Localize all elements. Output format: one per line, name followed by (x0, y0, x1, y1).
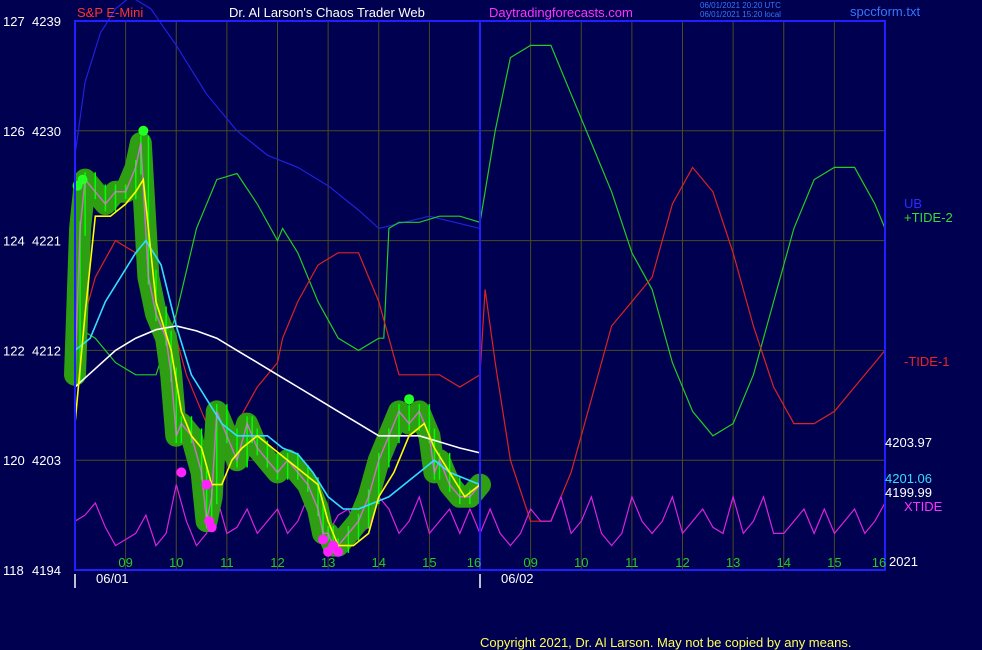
y-tick-left-label: 124 (3, 234, 25, 249)
year-label: 2021 (889, 554, 918, 569)
x-tick-label: 09 (523, 555, 537, 570)
x-tick-label: 11 (625, 555, 639, 570)
pivot-low-marker (176, 467, 187, 478)
value-last-price: 4199.99 (885, 485, 932, 500)
y-tick-left-label: 127 (3, 14, 25, 29)
x-tick-label: 16 (467, 555, 481, 570)
site-title: Dr. Al Larson's Chaos Trader Web (229, 5, 425, 20)
x-tick-label: 12 (270, 555, 284, 570)
legend-tide-plus: +TIDE-2 (904, 210, 953, 225)
pivot-high-marker (138, 125, 149, 136)
y-tick-left-label: 120 (3, 453, 25, 468)
x-tick-label: 14 (777, 555, 791, 570)
x-tick-label: 16 (872, 555, 886, 570)
copyright: Copyright 2021, Dr. Al Larson. May not b… (480, 635, 851, 650)
date-label-1: 06/01 (96, 571, 129, 586)
site-link[interactable]: Daytradingforecasts.com (489, 5, 633, 20)
x-tick-label: 10 (169, 555, 183, 570)
x-tick-label: 10 (574, 555, 588, 570)
y-tick-left-label: 118 (3, 563, 24, 578)
file-name: spccform.txt (850, 4, 920, 19)
legend-xtide: XTIDE (904, 499, 943, 514)
value-slow-avg: 4203.97 (885, 435, 932, 450)
instrument-label: S&P E-Mini (77, 5, 143, 20)
x-tick-label: 15 (827, 555, 841, 570)
pivot-high-marker (77, 174, 88, 185)
timestamp-local: 06/01/2021 15:20 local (700, 10, 781, 19)
y-tick-price-label: 4221 (32, 234, 61, 249)
pivot-low-marker (206, 522, 217, 533)
y-tick-price-label: 4212 (32, 343, 61, 358)
y-tick-price-label: 4230 (32, 124, 61, 139)
pivot-high-marker (404, 394, 415, 405)
y-tick-price-label: 4239 (32, 14, 61, 29)
pivot-low-marker (201, 479, 212, 490)
chart-canvas: 127 4239 126 4230 124 4221 122 4212 120 4203 118 41… (0, 0, 982, 650)
pivot-low-marker (318, 534, 329, 545)
y-tick-price-label: 4203 (32, 453, 61, 468)
x-tick-label: 12 (675, 555, 689, 570)
y-tick-left-label: 122 (3, 343, 25, 358)
y-tick-left-label: 126 (3, 124, 25, 139)
timestamp-utc: 06/01/2021 20:20 UTC (700, 1, 781, 10)
x-tick-label: 14 (372, 555, 386, 570)
value-mid-avg: 4201.06 (885, 471, 932, 486)
x-tick-label: 15 (422, 555, 436, 570)
x-tick-label: 11 (220, 555, 234, 570)
legend-ub: UB (904, 196, 922, 211)
y-tick-price-label: 4194 (32, 563, 61, 578)
x-tick-label: 13 (321, 555, 335, 570)
legend-tide-minus: -TIDE-1 (904, 354, 950, 369)
x-tick-label: 09 (118, 555, 132, 570)
x-tick-label: 13 (726, 555, 740, 570)
date-label-2: 06/02 (501, 571, 534, 586)
